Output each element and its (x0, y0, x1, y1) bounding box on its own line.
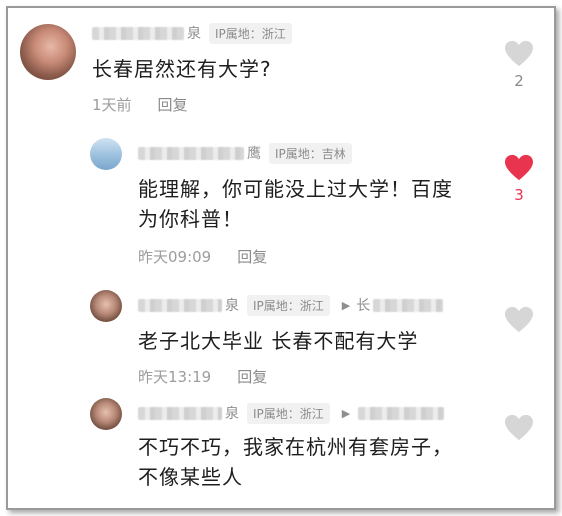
comment-text-line: 能理解，你可能没上过大学！百度 (138, 177, 453, 201)
like-count: 3 (514, 186, 524, 204)
heart-icon[interactable] (504, 306, 534, 334)
author-name-blurred[interactable] (92, 26, 184, 40)
comment-text: 老子北大毕业 长春不配有大学 (138, 329, 419, 353)
author-name-blurred[interactable] (138, 406, 222, 420)
reply-button[interactable]: 回复 (158, 94, 188, 115)
author-name-tail[interactable]: 泉 (225, 403, 239, 423)
comment-meta: 昨天13:19 回复 (138, 366, 267, 387)
avatar[interactable] (90, 398, 122, 430)
author-name-blurred[interactable] (138, 298, 222, 312)
reply-button[interactable]: 回复 (237, 246, 267, 267)
avatar[interactable] (20, 24, 76, 80)
comment-thread: 泉 IP属地：浙江 长春居然还有大学? 1天前 回复 2 鹰 IP属地：吉林 能… (6, 6, 556, 510)
comment-meta: 昨天09:09 回复 (138, 246, 267, 267)
author-name-tail[interactable]: 泉 (187, 23, 201, 43)
reply-button[interactable]: 回复 (237, 366, 267, 387)
avatar[interactable] (90, 138, 122, 170)
comment-author-row: 泉 IP属地：浙江 ▶ 长 (138, 294, 444, 316)
like-button[interactable] (502, 414, 536, 442)
like-button[interactable]: 3 (502, 154, 536, 204)
like-button[interactable]: 2 (502, 40, 536, 90)
comment-author-row: 泉 IP属地：浙江 ▶ (138, 402, 445, 424)
heart-icon[interactable] (504, 414, 534, 442)
comment-text: 不巧不巧，我家在杭州有套房子， 不像某些人 (138, 432, 453, 492)
reply-to-name-blurred[interactable] (358, 406, 445, 420)
ip-location-tag: IP属地：吉林 (269, 142, 352, 164)
comment-author-row: 鹰 IP属地：吉林 (138, 142, 352, 164)
heart-icon-liked[interactable] (504, 154, 534, 182)
comment-time: 1天前 (92, 96, 132, 114)
ip-location-tag: IP属地：浙江 (247, 402, 330, 424)
ip-location-tag: IP属地：浙江 (247, 294, 330, 316)
author-name-blurred[interactable] (138, 146, 244, 160)
comment-time: 昨天09:09 (138, 248, 212, 266)
comment-time: 昨天13:19 (138, 368, 212, 386)
heart-icon[interactable] (504, 40, 534, 68)
comment-author-row: 泉 IP属地：浙江 (92, 22, 292, 44)
author-name-tail[interactable]: 泉 (225, 295, 239, 315)
reply-to-name[interactable]: 长 (356, 295, 370, 315)
comment-text: 能理解，你可能没上过大学！百度 为你科普！ (138, 174, 453, 234)
avatar[interactable] (90, 290, 122, 322)
comment-text-line: 不像某些人 (138, 465, 243, 489)
like-button[interactable] (502, 306, 536, 334)
ip-location-tag: IP属地：浙江 (209, 22, 292, 44)
author-name-tail[interactable]: 鹰 (247, 143, 261, 163)
comment-meta: 1天前 回复 (92, 94, 188, 115)
like-count: 2 (514, 72, 524, 90)
comment-text: 长春居然还有大学? (92, 57, 272, 81)
comment-text-line: 为你科普！ (138, 207, 243, 231)
comment-text-line: 不巧不巧，我家在杭州有套房子， (138, 435, 453, 459)
reply-arrow-icon: ▶ (341, 298, 351, 312)
reply-to-name-blurred[interactable] (373, 298, 444, 312)
reply-arrow-icon: ▶ (341, 406, 351, 420)
